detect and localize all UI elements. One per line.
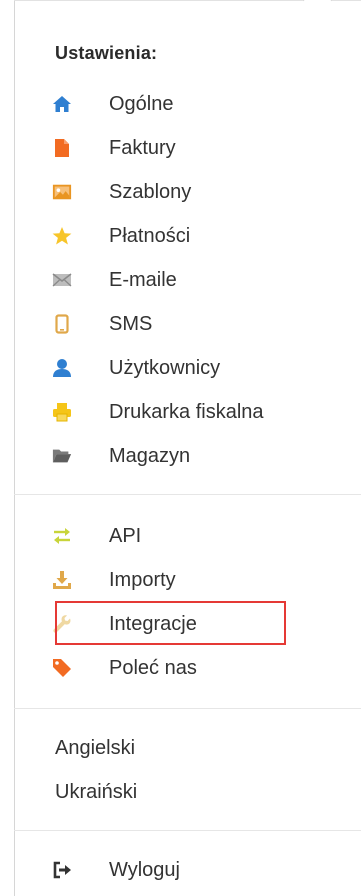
tag-icon	[52, 658, 72, 678]
menu-caret	[302, 0, 333, 16]
menu-item-polec-nas[interactable]: Poleć nas	[14, 648, 361, 688]
menu-item-integracje[interactable]: Integracje	[14, 604, 361, 644]
mobile-icon	[52, 314, 72, 334]
menu-item-uzytkownicy[interactable]: Użytkownicy	[14, 348, 361, 388]
menu-item-label: Drukarka fiskalna	[109, 400, 264, 423]
menu-item-ogolne[interactable]: Ogólne	[14, 84, 361, 124]
menu-item-label: Poleć nas	[109, 656, 197, 679]
menu-item-label: Faktury	[109, 136, 176, 159]
menu-item-sms[interactable]: SMS	[14, 304, 361, 344]
menu-item-magazyn[interactable]: Magazyn	[14, 436, 361, 476]
settings-dropdown-menu: Ustawienia: Ogólne Faktury Szablony Płat…	[0, 0, 361, 896]
menu-divider	[14, 494, 361, 495]
printer-icon	[52, 402, 72, 422]
file-icon	[52, 138, 72, 158]
menu-divider	[14, 708, 361, 709]
menu-item-label: E-maile	[109, 268, 177, 291]
menu-item-api[interactable]: API	[14, 516, 361, 556]
logout-label: Wyloguj	[109, 858, 180, 881]
language-label: Ukraiński	[55, 780, 138, 803]
wrench-icon	[52, 614, 72, 634]
language-label: Angielski	[55, 736, 136, 759]
menu-item-label: Ogólne	[109, 92, 174, 115]
folder-open-icon	[52, 446, 72, 466]
menu-divider	[14, 830, 361, 831]
menu-item-label: Integracje	[109, 612, 197, 635]
star-icon	[52, 226, 72, 246]
sign-out-icon	[52, 860, 72, 880]
settings-header: Ustawienia:	[55, 43, 158, 63]
menu-item-label: API	[109, 524, 142, 547]
menu-item-faktury[interactable]: Faktury	[14, 128, 361, 168]
menu-item-label: Płatności	[109, 224, 191, 247]
envelope-icon	[52, 270, 72, 290]
menu-item-drukarka-fiskalna[interactable]: Drukarka fiskalna	[14, 392, 361, 432]
menu-item-label: Importy	[109, 568, 176, 591]
menu-item-platnosci[interactable]: Płatności	[14, 216, 361, 256]
menu-item-e-maile[interactable]: E-maile	[14, 260, 361, 300]
menu-item-label: SMS	[109, 312, 153, 335]
language-angielski[interactable]: Angielski	[14, 728, 361, 768]
user-icon	[52, 358, 72, 378]
language-ukrainski[interactable]: Ukraiński	[14, 772, 361, 812]
menu-item-szablony[interactable]: Szablony	[14, 172, 361, 212]
download-icon	[52, 570, 72, 590]
menu-item-importy[interactable]: Importy	[14, 560, 361, 600]
menu-item-label: Użytkownicy	[109, 356, 221, 379]
home-icon	[52, 94, 72, 114]
image-icon	[52, 182, 72, 202]
exchange-arrows-icon	[52, 526, 72, 546]
menu-item-label: Szablony	[109, 180, 192, 203]
logout-button[interactable]: Wyloguj	[14, 850, 361, 890]
menu-item-label: Magazyn	[109, 444, 191, 467]
